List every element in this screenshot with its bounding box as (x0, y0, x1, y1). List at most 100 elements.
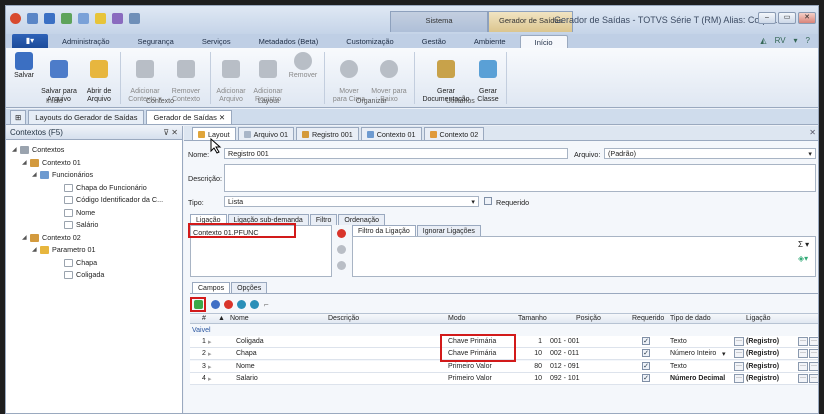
ellipsis-button[interactable]: ··· (809, 337, 818, 346)
cell-tipo[interactable]: Número Inteiro (670, 350, 716, 357)
move-down-field-icon[interactable] (250, 300, 259, 309)
doc-tab-home[interactable]: ⊞ (10, 110, 27, 124)
cell-nome[interactable]: Salario (236, 375, 258, 382)
tree-node[interactable]: ◢ Contextos (6, 144, 182, 157)
cell-tipo[interactable]: Texto (670, 338, 687, 345)
cell-modo[interactable]: Primeiro Valor (448, 363, 492, 370)
cell-tamanho[interactable]: 1 (538, 338, 542, 345)
add-field-icon[interactable] (211, 300, 220, 309)
ellipsis-button[interactable]: ··· (798, 337, 808, 346)
add-ligacao-icon[interactable] (337, 245, 346, 254)
ribbon-tab-metadados[interactable]: Metadados (Beta) (245, 35, 333, 48)
col-tipo[interactable]: Tipo de dado (670, 315, 711, 322)
cell-posicao[interactable]: 001 - 001 (550, 338, 580, 345)
col-tamanho[interactable]: Tamanho (518, 315, 547, 322)
expand-icon[interactable]: ◢ (22, 232, 28, 245)
link-icon[interactable]: ⌐ (264, 300, 269, 309)
dropdown-icon[interactable]: ▾ (794, 36, 798, 45)
expand-icon[interactable]: ◢ (32, 244, 38, 257)
app-menu-button[interactable]: ▮▾ (12, 34, 48, 48)
adicionar-registro-button[interactable]: Adicionar Registro (250, 52, 286, 104)
cell-tamanho[interactable]: 10 (534, 350, 542, 357)
panel-controls[interactable]: ⊽ ✕ (163, 126, 178, 140)
ellipsis-button[interactable]: ··· (798, 361, 808, 371)
remover-button[interactable]: Remover (288, 52, 318, 80)
ellipsis-button[interactable]: ··· (798, 374, 808, 384)
cell-posicao[interactable]: 092 - 101 (550, 375, 580, 382)
pencil-icon[interactable] (112, 13, 123, 24)
requerido-cell-checkbox[interactable]: ✓ (642, 361, 650, 370)
close-editor-icon[interactable]: ✕ (809, 128, 816, 137)
cell-ligacao[interactable]: (Registro) (746, 338, 779, 345)
ribbon-tab-administracao[interactable]: Administração (48, 35, 124, 48)
ellipsis-button[interactable]: ··· (734, 361, 744, 371)
palette-icon[interactable]: ◈▾ (798, 254, 808, 263)
cell-nome[interactable]: Chapa (236, 350, 257, 357)
tipo-select[interactable]: Lista ▾ (224, 196, 479, 207)
col-sort[interactable]: ▲ (218, 315, 225, 322)
gerar-classe-button[interactable]: Gerar Classe (474, 52, 502, 104)
mover-baixo-button[interactable]: Mover para Baixo (370, 52, 408, 104)
copy-icon[interactable] (129, 13, 140, 24)
ellipsis-button[interactable]: ··· (798, 349, 808, 359)
cell-nome[interactable]: Nome (236, 363, 255, 370)
tree-node[interactable]: Código Identificador da C... (6, 194, 182, 207)
ribbon-tab-inicio[interactable]: Início (519, 35, 568, 48)
cell-tamanho[interactable]: 80 (534, 363, 542, 370)
subtab-ignorar-ligacoes[interactable]: Ignorar Ligações (416, 225, 481, 236)
col-descricao[interactable]: Descrição (328, 315, 359, 322)
ellipsis-button[interactable]: ··· (734, 337, 744, 346)
table-row[interactable]: ▸ 3 Nome Primeiro Valor 80 012 - 091 Texto ✓ ···… (190, 360, 818, 373)
editor-tab-arquivo[interactable]: Arquivo 01 (237, 127, 294, 140)
tree-node[interactable]: Chapa do Funcionário (6, 182, 182, 195)
maximize-button[interactable]: ▭ (778, 12, 796, 24)
nome-input[interactable]: Registro 001 (224, 148, 568, 159)
ribbon-tab-servicos[interactable]: Serviços (188, 35, 245, 48)
help-icon[interactable]: ? (806, 36, 810, 45)
subtab-ordenacao[interactable]: Ordenação (338, 214, 386, 225)
tree-node[interactable]: ◢ Parametro 01 (6, 244, 182, 257)
cell-tipo[interactable]: Texto (670, 363, 687, 370)
ellipsis-button[interactable]: ··· (809, 349, 818, 359)
expand-icon[interactable]: ◢ (22, 157, 28, 170)
cell-posicao[interactable]: 002 - 011 (550, 350, 579, 357)
refresh-icon[interactable] (27, 13, 38, 24)
ellipsis-button[interactable]: ··· (734, 349, 744, 359)
arquivo-select[interactable]: (Padrão) ▾ (604, 148, 816, 159)
tree-node[interactable]: ◢ Funcionários (6, 169, 182, 182)
requerido-cell-checkbox[interactable]: ✓ (642, 349, 650, 358)
cell-ligacao[interactable]: (Registro) (746, 375, 779, 382)
adicionar-arquivo-button[interactable]: Adicionar Arquivo (214, 52, 248, 104)
cell-nome[interactable]: Coligada (236, 338, 264, 345)
ribbon-tab-gestao[interactable]: Gestão (408, 35, 460, 48)
descricao-textarea[interactable] (224, 164, 816, 192)
salvar-arquivo-button[interactable]: Salvar para Arquivo (39, 52, 79, 104)
filtro-textarea[interactable] (352, 236, 816, 277)
rv-icon[interactable]: RV (775, 36, 786, 45)
delete-field-icon[interactable] (224, 300, 233, 309)
tab-campos[interactable]: Campos (192, 282, 231, 293)
salvar-button[interactable]: Salvar (12, 52, 36, 80)
tree-node[interactable]: Coligada (6, 269, 182, 282)
adicionar-contexto-button[interactable]: Adicionar Contexto ▾ (124, 52, 166, 104)
ellipsis-button[interactable]: ··· (809, 361, 818, 371)
context-tab-sistema[interactable]: Sistema (390, 11, 488, 32)
ribbon-tab-seguranca[interactable]: Segurança (124, 35, 188, 48)
requerido-checkbox[interactable] (484, 197, 492, 205)
editor-tab-contexto02[interactable]: Contexto 02 (423, 127, 485, 140)
cell-ligacao[interactable]: (Registro) (746, 363, 779, 370)
editor-tab-contexto01[interactable]: Contexto 01 (360, 127, 422, 140)
col-modo[interactable]: Modo (448, 315, 466, 322)
ribbon-tab-customizacao[interactable]: Customização (332, 35, 408, 48)
tree-node[interactable]: Chapa (6, 257, 182, 270)
gerar-documentacao-button[interactable]: Gerar Documentação (420, 52, 472, 104)
chevron-down-icon[interactable]: ▾ (722, 350, 726, 358)
save-icon[interactable] (44, 13, 55, 24)
cell-num[interactable]: 1 (202, 338, 206, 345)
subtab-filtro-ligacao[interactable]: Filtro da Ligação (352, 225, 416, 236)
doc-tab-gerador[interactable]: Gerador de Saídas ✕ (146, 110, 233, 124)
tab-opcoes[interactable]: Opções (231, 282, 268, 293)
col-ligacao[interactable]: Ligação (746, 315, 771, 322)
ellipsis-button[interactable]: ··· (809, 374, 818, 384)
requerido-cell-checkbox[interactable]: ✓ (642, 337, 650, 345)
